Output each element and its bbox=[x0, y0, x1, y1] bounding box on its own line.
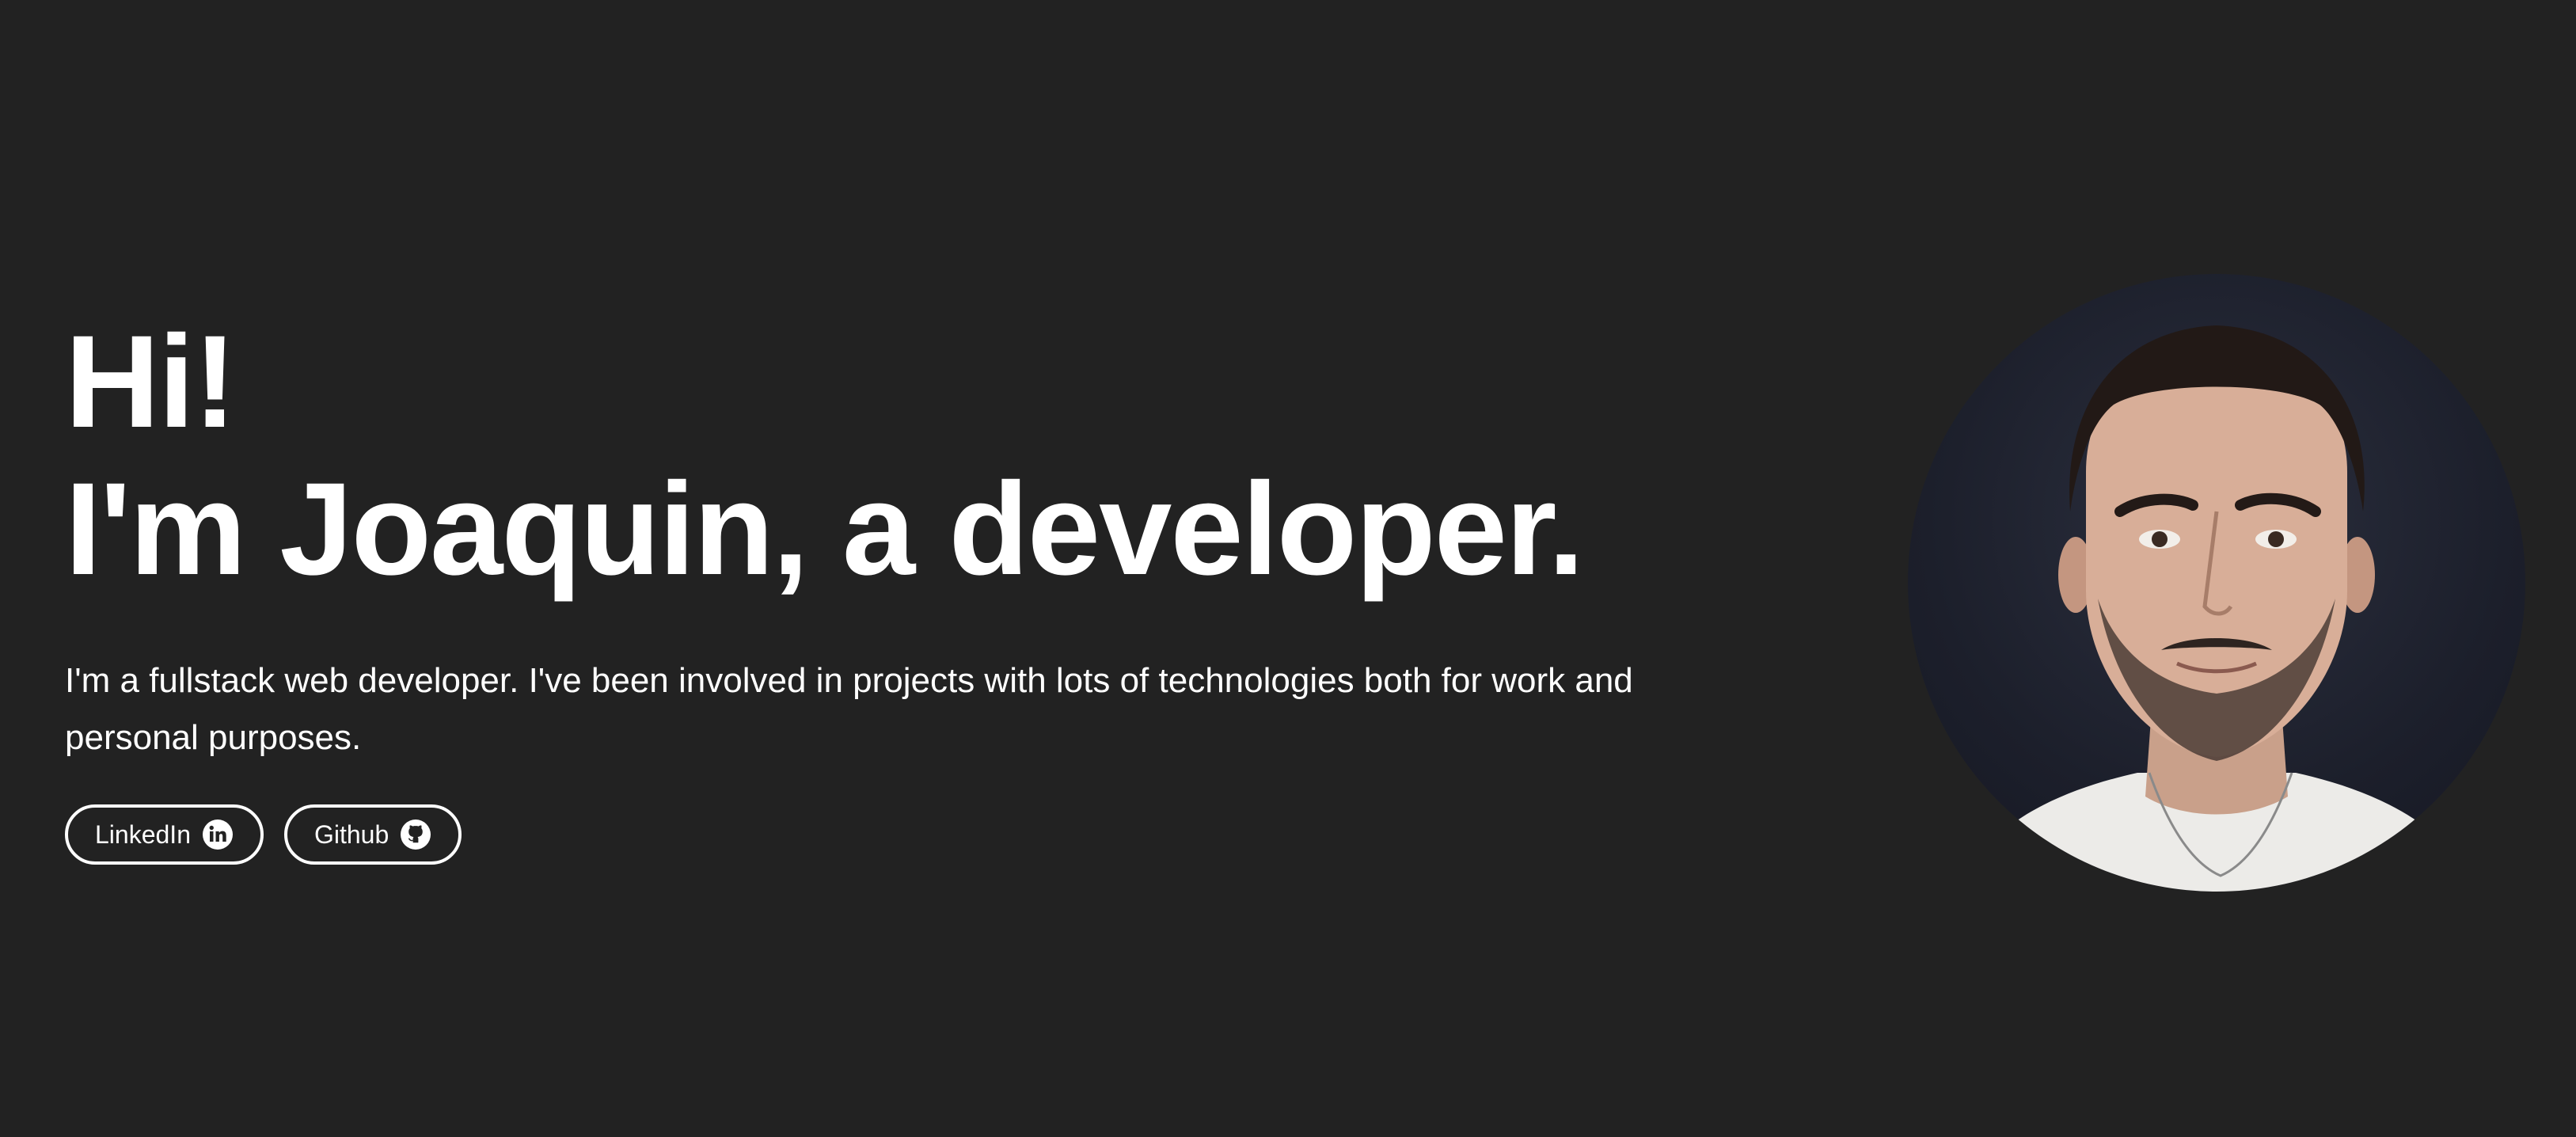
hero-text: Hi! I'm Joaquin, a developer. I'm a full… bbox=[65, 309, 1807, 865]
github-label: Github bbox=[313, 819, 389, 849]
social-links: LinkedIn Github bbox=[65, 804, 1807, 865]
profile-photo bbox=[1908, 274, 2525, 892]
github-icon bbox=[400, 819, 431, 850]
greeting: Hi! bbox=[65, 309, 237, 455]
linkedin-label: LinkedIn bbox=[95, 819, 191, 849]
github-button[interactable]: Github bbox=[283, 804, 462, 865]
hero-headline: Hi! I'm Joaquin, a developer. bbox=[65, 309, 1807, 603]
linkedin-button[interactable]: LinkedIn bbox=[65, 804, 264, 865]
hero-title: I'm Joaquin, a developer. bbox=[65, 456, 1585, 603]
linkedin-icon bbox=[202, 819, 234, 850]
intro-paragraph: I'm a fullstack web developer. I've been… bbox=[65, 661, 1633, 757]
